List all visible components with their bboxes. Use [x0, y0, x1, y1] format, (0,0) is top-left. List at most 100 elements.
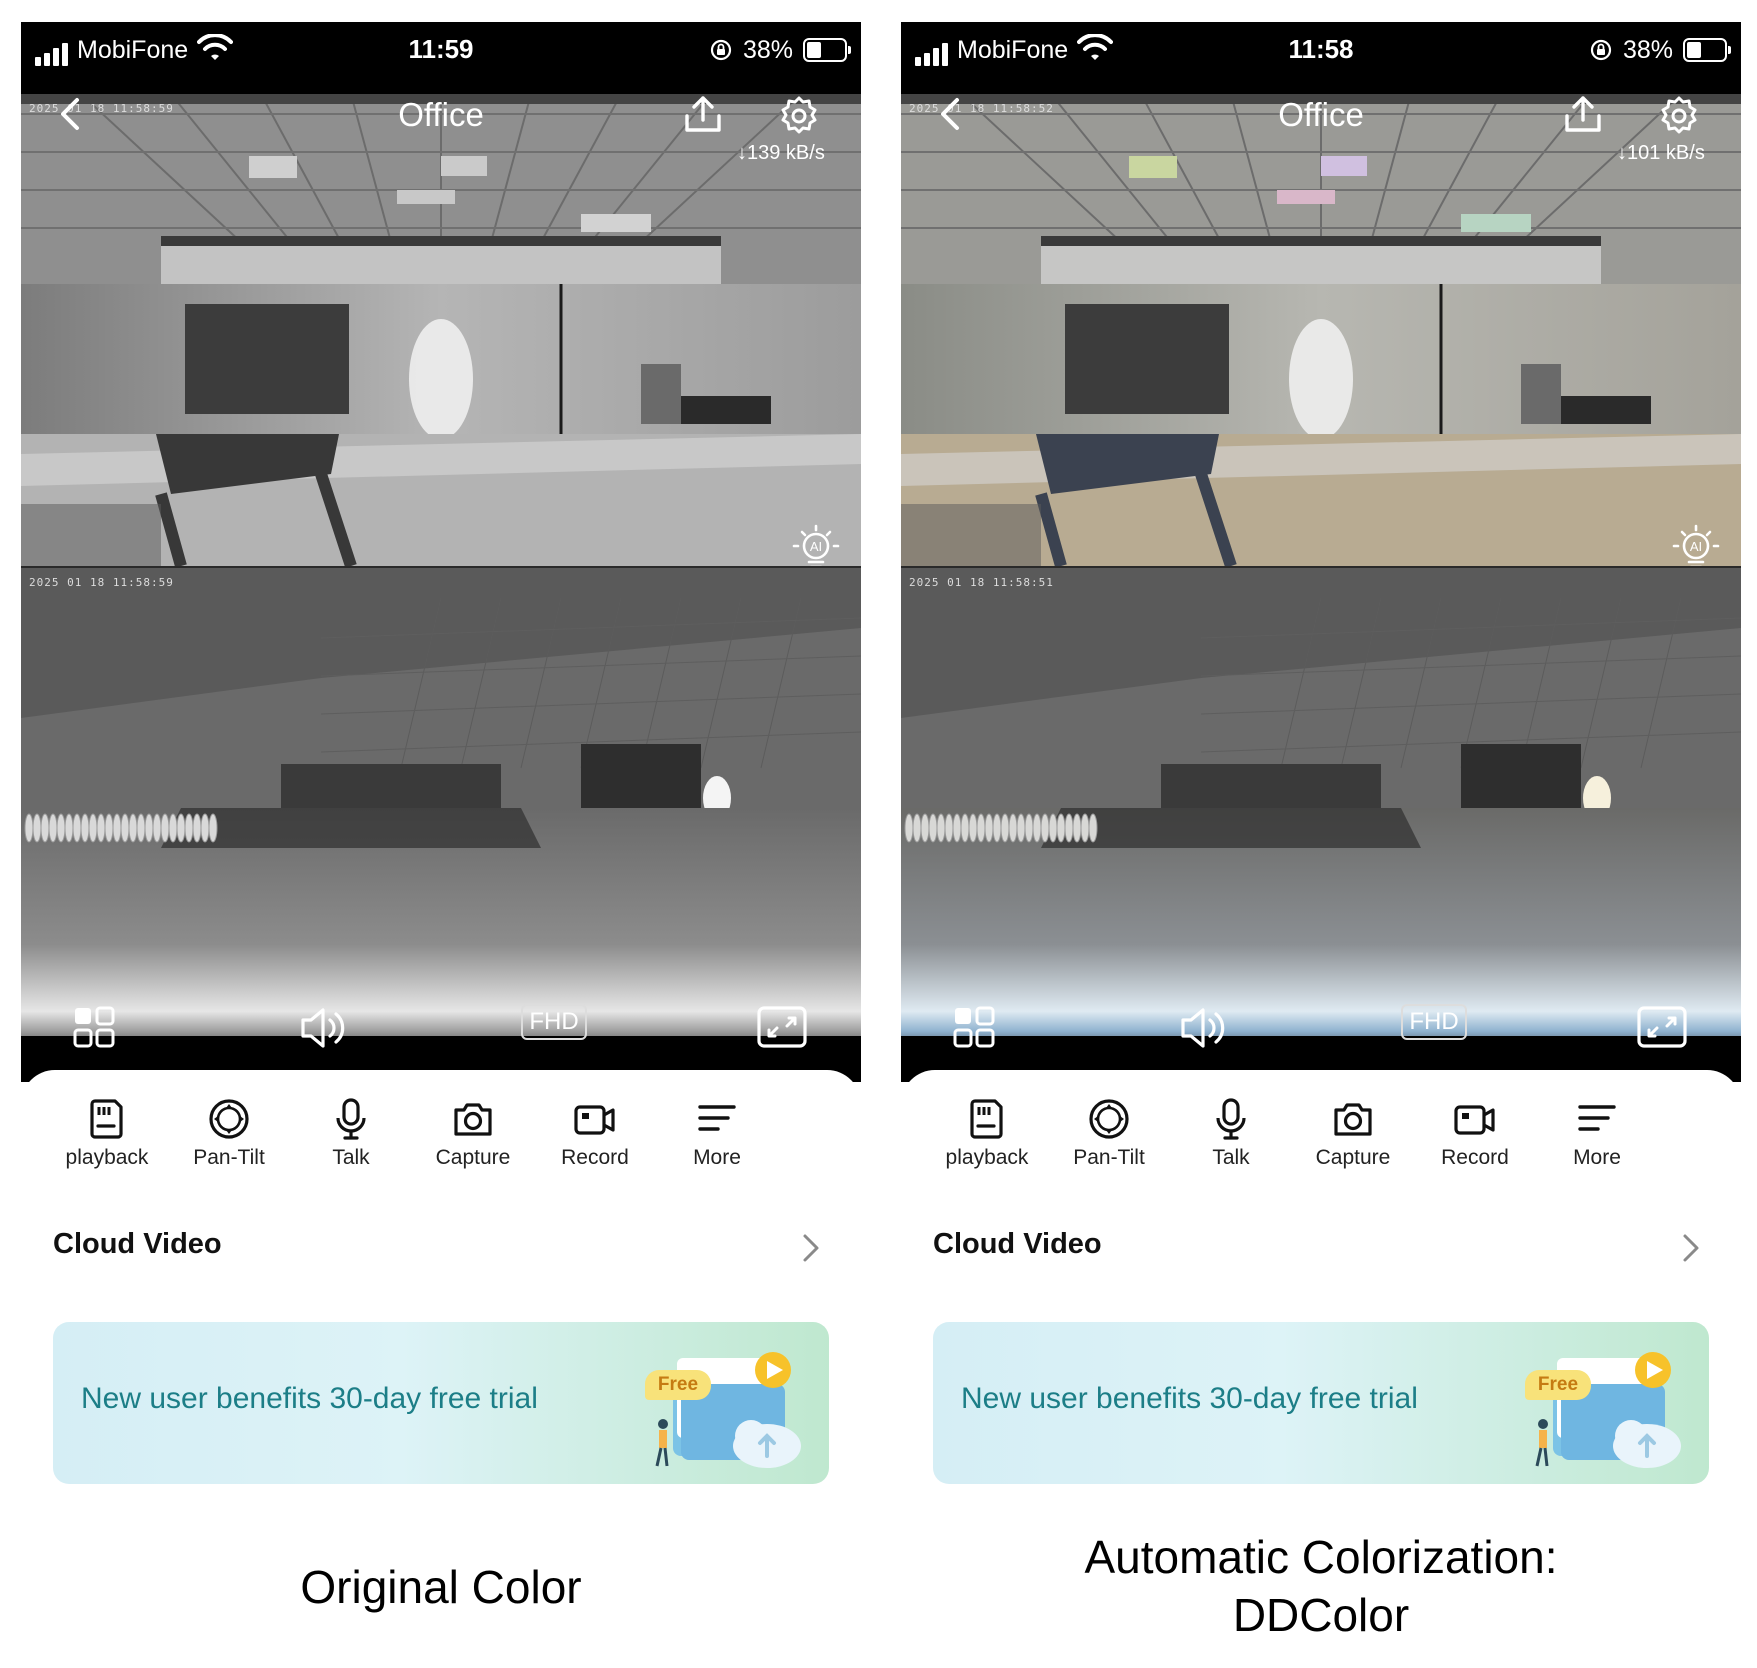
- battery-percent: 38%: [743, 36, 794, 64]
- cloud-folder-illustration: [1535, 1352, 1681, 1468]
- chevron-right-icon: [803, 1234, 819, 1262]
- action-talk-button[interactable]: Talk: [291, 1096, 411, 1186]
- rotation-lock-icon: [710, 39, 732, 61]
- status-time: 11:59: [408, 34, 474, 64]
- action-label: Capture: [435, 1146, 511, 1169]
- battery-icon: [1683, 38, 1731, 62]
- page-title: Office: [398, 96, 484, 133]
- action-toolbar: playback Pan-Tilt Talk Capture Record More: [21, 1096, 861, 1186]
- feed-scene: [901, 284, 1741, 434]
- free-badge: Free: [1525, 1370, 1591, 1400]
- action-label: Record: [1441, 1146, 1509, 1169]
- caption-text: Original Color: [300, 1561, 582, 1613]
- action-label: Pan-Tilt: [1073, 1146, 1145, 1169]
- status-bar: MobiFone 11:59 38%: [21, 22, 861, 94]
- share-button[interactable]: [681, 94, 725, 134]
- action-label: playback: [65, 1146, 149, 1169]
- free-trial-banner[interactable]: New user benefits 30-day free trial Free: [53, 1322, 829, 1484]
- share-button[interactable]: [1561, 94, 1605, 134]
- feed-timestamp: 2025 01 18 11:58:59: [29, 576, 174, 589]
- camera-feed-1[interactable]: 2025 01 18 11:58:52 Office ↓101 kB/s AI: [901, 94, 1741, 566]
- cloud-video-row[interactable]: Cloud Video: [53, 1228, 823, 1272]
- action-capture-button[interactable]: Capture: [413, 1096, 533, 1186]
- action-pan-tilt-button[interactable]: Pan-Tilt: [169, 1096, 289, 1186]
- free-badge: Free: [645, 1370, 711, 1400]
- bitrate-readout: ↓101 kB/s: [1617, 142, 1705, 164]
- page-title: Office: [1278, 96, 1364, 133]
- action-label: More: [1573, 1146, 1621, 1169]
- action-toolbar: playback Pan-Tilt Talk Capture Record More: [901, 1096, 1741, 1186]
- microphone-icon: [291, 1096, 411, 1142]
- action-sheet: playback Pan-Tilt Talk Capture Record More Clo…: [21, 1070, 861, 1490]
- sd-card-icon: [47, 1096, 167, 1142]
- camera-feed-1[interactable]: 2025 01 18 11:58:59 Office ↓139 kB/s AI: [21, 94, 861, 566]
- fullscreen-icon[interactable]: [1635, 1002, 1691, 1054]
- video-camera-icon: [535, 1096, 655, 1142]
- status-bar: MobiFone 11:58 38%: [901, 22, 1741, 94]
- feed-scene: [901, 568, 1741, 808]
- action-playback-button[interactable]: playback: [47, 1096, 167, 1186]
- action-talk-button[interactable]: Talk: [1171, 1096, 1291, 1186]
- settings-gear-icon[interactable]: [777, 94, 821, 138]
- quality-toggle[interactable]: FHD: [521, 1004, 587, 1040]
- action-label: More: [693, 1146, 741, 1169]
- cloud-video-title: Cloud Video: [53, 1228, 222, 1260]
- camera-icon: [413, 1096, 533, 1142]
- action-record-button[interactable]: Record: [535, 1096, 655, 1186]
- caption-line-1: Automatic Colorization:: [1084, 1531, 1558, 1583]
- menu-lines-icon: [657, 1096, 777, 1142]
- quality-toggle[interactable]: FHD: [1401, 1004, 1467, 1040]
- action-record-button[interactable]: Record: [1415, 1096, 1535, 1186]
- video-camera-icon: [1415, 1096, 1535, 1142]
- speaker-icon[interactable]: [297, 1002, 353, 1054]
- feed-scene: [21, 284, 861, 434]
- feed-timestamp: 2025 01 18 11:58:51: [909, 576, 1054, 589]
- action-pan-tilt-button[interactable]: Pan-Tilt: [1049, 1096, 1169, 1186]
- feed-scene: [21, 808, 861, 1056]
- grid-layout-icon[interactable]: [949, 1002, 1005, 1054]
- action-playback-button[interactable]: playback: [927, 1096, 1047, 1186]
- bitrate-readout: ↓139 kB/s: [737, 142, 825, 164]
- menu-lines-icon: [1537, 1096, 1657, 1142]
- battery-level: [807, 42, 821, 58]
- settings-gear-icon[interactable]: [1657, 94, 1701, 138]
- action-more-button[interactable]: More: [1537, 1096, 1657, 1186]
- svg-text:AI: AI: [810, 539, 822, 554]
- speaker-icon[interactable]: [1177, 1002, 1233, 1054]
- caption-original: Original Color: [21, 1558, 861, 1616]
- camera-feed-2[interactable]: 2025 01 18 11:58:51: [901, 568, 1741, 1056]
- action-label: Capture: [1315, 1146, 1391, 1169]
- pan-tilt-icon: [1049, 1096, 1169, 1142]
- chevron-right-icon: [1683, 1234, 1699, 1262]
- feed-scene: [901, 434, 1741, 566]
- battery-level: [1687, 42, 1701, 58]
- free-trial-banner[interactable]: New user benefits 30-day free trial Free: [933, 1322, 1709, 1484]
- phone-screen-colorized: MobiFone 11:58 38% 2025 01 18 11:58:52 Offic…: [901, 22, 1741, 1490]
- action-label: playback: [945, 1146, 1029, 1169]
- status-time: 11:58: [1288, 34, 1354, 64]
- banner-text: New user benefits 30-day free trial: [961, 1382, 1418, 1415]
- ai-light-icon[interactable]: AI: [789, 522, 843, 566]
- action-label: Record: [561, 1146, 629, 1169]
- action-label: Talk: [1212, 1146, 1250, 1169]
- fullscreen-icon[interactable]: [755, 1002, 811, 1054]
- grid-layout-icon[interactable]: [69, 1002, 125, 1054]
- microphone-icon: [1171, 1096, 1291, 1142]
- battery-icon: [803, 38, 851, 62]
- svg-text:AI: AI: [1690, 539, 1702, 554]
- caption-colorized: Automatic Colorization: DDColor: [901, 1528, 1741, 1644]
- rotation-lock-icon: [1590, 39, 1612, 61]
- action-label: Talk: [332, 1146, 370, 1169]
- cloud-folder-illustration: [655, 1352, 801, 1468]
- banner-text: New user benefits 30-day free trial: [81, 1382, 538, 1415]
- action-more-button[interactable]: More: [657, 1096, 777, 1186]
- feed-scene: [901, 808, 1741, 1056]
- ai-light-icon[interactable]: AI: [1669, 522, 1723, 566]
- caption-line-2: DDColor: [1232, 1589, 1410, 1641]
- cloud-video-row[interactable]: Cloud Video: [933, 1228, 1703, 1272]
- action-label: Pan-Tilt: [193, 1146, 265, 1169]
- sd-card-icon: [927, 1096, 1047, 1142]
- camera-icon: [1293, 1096, 1413, 1142]
- camera-feed-2[interactable]: 2025 01 18 11:58:59: [21, 568, 861, 1056]
- action-capture-button[interactable]: Capture: [1293, 1096, 1413, 1186]
